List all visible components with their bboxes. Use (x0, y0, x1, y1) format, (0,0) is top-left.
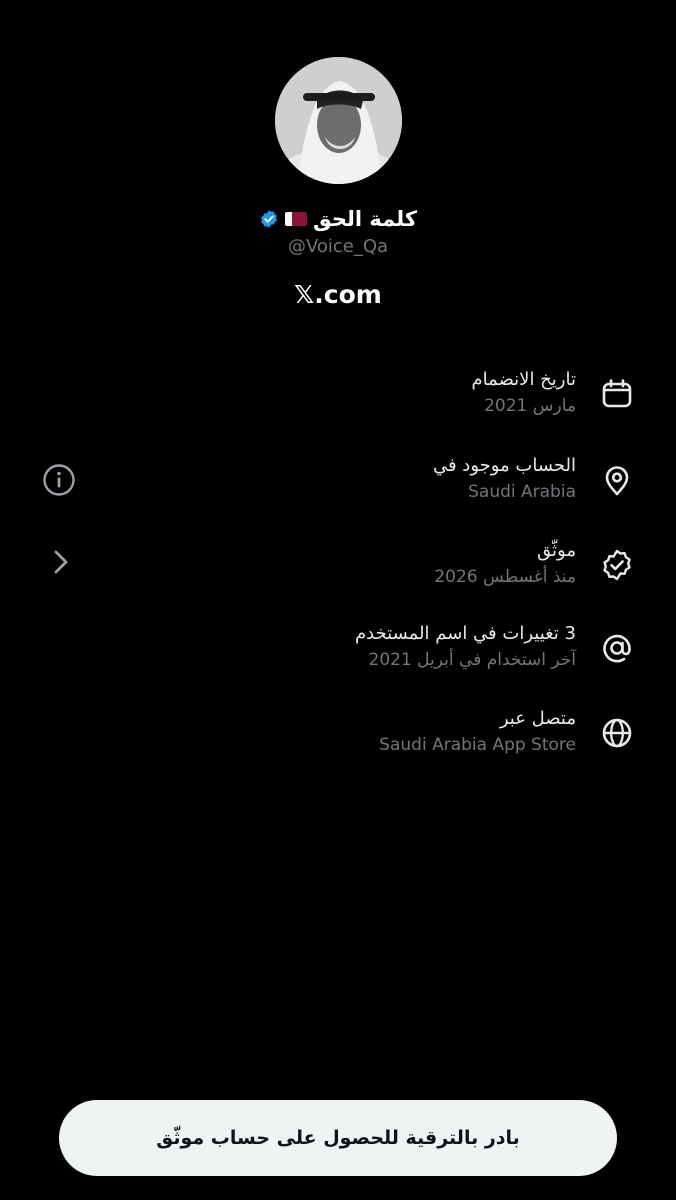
calendar-icon (600, 377, 634, 411)
info-sub: آخر استخدام في أبريل 2021 (368, 650, 576, 670)
verified-check-icon (600, 548, 634, 582)
info-title: متصل عبر (499, 708, 576, 729)
info-title: الحساب موجود في (432, 455, 576, 476)
info-sub: مارس 2021 (484, 396, 576, 416)
upgrade-verified-button[interactable]: بادر بالترقية للحصول على حساب موثّق (59, 1100, 617, 1176)
info-row-verified: موثّق منذ أغسطس 2026 (0, 538, 676, 608)
site-label: 𝕏.com (294, 280, 382, 309)
handle: @Voice_Qa (287, 236, 389, 257)
info-row-join-date: تاريخ الانضمام مارس 2021 (0, 367, 676, 437)
qatar-flag-icon (284, 212, 307, 226)
info-sub: منذ أغسطس 2026 (434, 567, 576, 587)
avatar[interactable] (275, 57, 402, 184)
info-title: موثّق (537, 540, 576, 561)
display-name: كلمة الحق (312, 207, 418, 231)
location-pin-icon (600, 463, 634, 497)
info-row-username-changes: 3 تغييرات في اسم المستخدم آخر استخدام في… (0, 621, 676, 691)
name-row: كلمة الحق (0, 203, 676, 235)
info-title: تاريخ الانضمام (471, 369, 576, 390)
info-sub: Saudi Arabia (468, 482, 576, 502)
globe-icon (600, 716, 634, 750)
info-row-location: الحساب موجود في Saudi Arabia (0, 453, 676, 523)
at-sign-icon (600, 631, 634, 665)
info-sub: Saudi Arabia App Store (379, 735, 576, 755)
info-title: 3 تغييرات في اسم المستخدم (354, 623, 576, 644)
avatar-photo (275, 57, 402, 184)
info-row-connected-via: متصل عبر Saudi Arabia App Store (0, 706, 676, 776)
about-account-page: كلمة الحق @Voice_Qa 𝕏.com تاريخ الانضمام… (0, 0, 676, 1200)
verified-badge-icon[interactable] (259, 209, 279, 229)
